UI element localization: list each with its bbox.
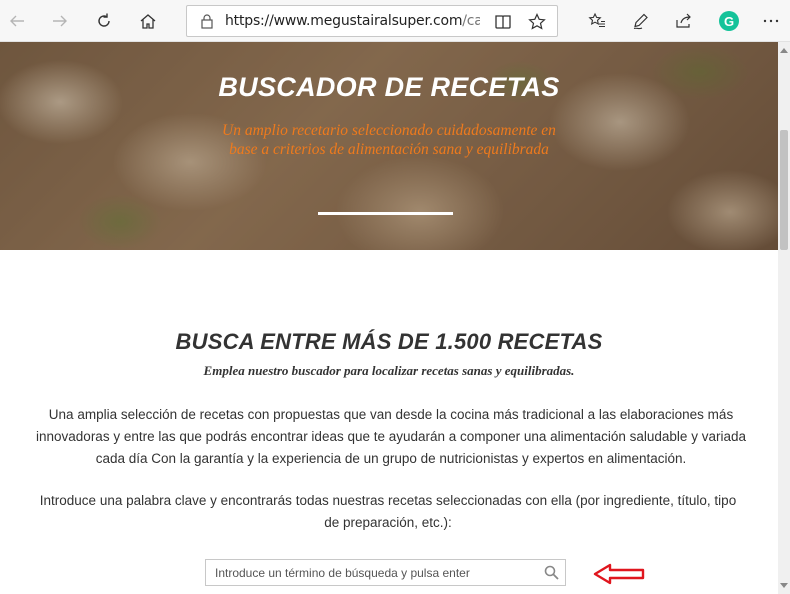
search-icon[interactable]: [544, 565, 559, 580]
hero-banner: BUSCADOR DE RECETAS Un amplio recetario …: [0, 42, 778, 250]
lock-icon: [201, 14, 213, 29]
recipe-search-box: [205, 559, 566, 586]
caret-up-icon: [780, 48, 788, 53]
intro-paragraph: Una amplia selección de recetas con prop…: [36, 407, 746, 466]
hero-title: BUSCADOR DE RECETAS: [218, 72, 560, 102]
home-button[interactable]: [134, 7, 162, 35]
star-icon[interactable]: [527, 12, 547, 32]
more-menu-button[interactable]: [757, 7, 785, 35]
section-subheading: Emplea nuestro buscador para localizar r…: [203, 363, 575, 378]
red-arrow-annotation: [593, 563, 645, 585]
pen-icon: [633, 13, 648, 30]
refresh-icon: [98, 13, 110, 27]
recipe-search-input[interactable]: [206, 560, 536, 585]
arrow-right-icon: [53, 15, 67, 27]
url-host: https://www.megustairalsuper.com: [225, 13, 463, 29]
hero-divider: [318, 212, 453, 215]
share-button[interactable]: [670, 7, 698, 35]
page-scrollbar[interactable]: [778, 42, 790, 594]
scroll-thumb[interactable]: [780, 130, 788, 250]
url-text: https://www.megustairalsuper.com/canal-c…: [225, 13, 480, 29]
favorites-list-icon: [588, 12, 605, 28]
reading-view-icon[interactable]: [493, 12, 513, 32]
arrow-left-icon: [10, 15, 24, 27]
hero-subtitle: Un amplio recetario seleccionado cuidado…: [222, 122, 556, 158]
grammarly-extension-icon[interactable]: G: [719, 11, 739, 31]
caret-down-icon: [780, 583, 788, 588]
share-icon: [676, 13, 691, 28]
instructions-paragraph: Introduce una palabra clave y encontrará…: [39, 493, 737, 530]
scroll-up-button[interactable]: [778, 44, 790, 56]
back-button[interactable]: [3, 7, 31, 35]
scroll-down-button[interactable]: [778, 580, 790, 592]
refresh-button[interactable]: [90, 7, 118, 35]
favorites-button[interactable]: [583, 7, 611, 35]
home-icon: [140, 14, 156, 29]
notes-button[interactable]: [627, 7, 655, 35]
url-path: /canal-coc: [462, 13, 480, 29]
browser-toolbar: https://www.megustairalsuper.com/canal-c…: [0, 0, 790, 42]
ellipsis-icon: [763, 19, 779, 23]
address-bar[interactable]: https://www.megustairalsuper.com/canal-c…: [186, 5, 558, 37]
forward-button[interactable]: [46, 7, 74, 35]
section-heading: BUSCA ENTRE MÁS DE 1.500 RECETAS: [175, 329, 603, 354]
